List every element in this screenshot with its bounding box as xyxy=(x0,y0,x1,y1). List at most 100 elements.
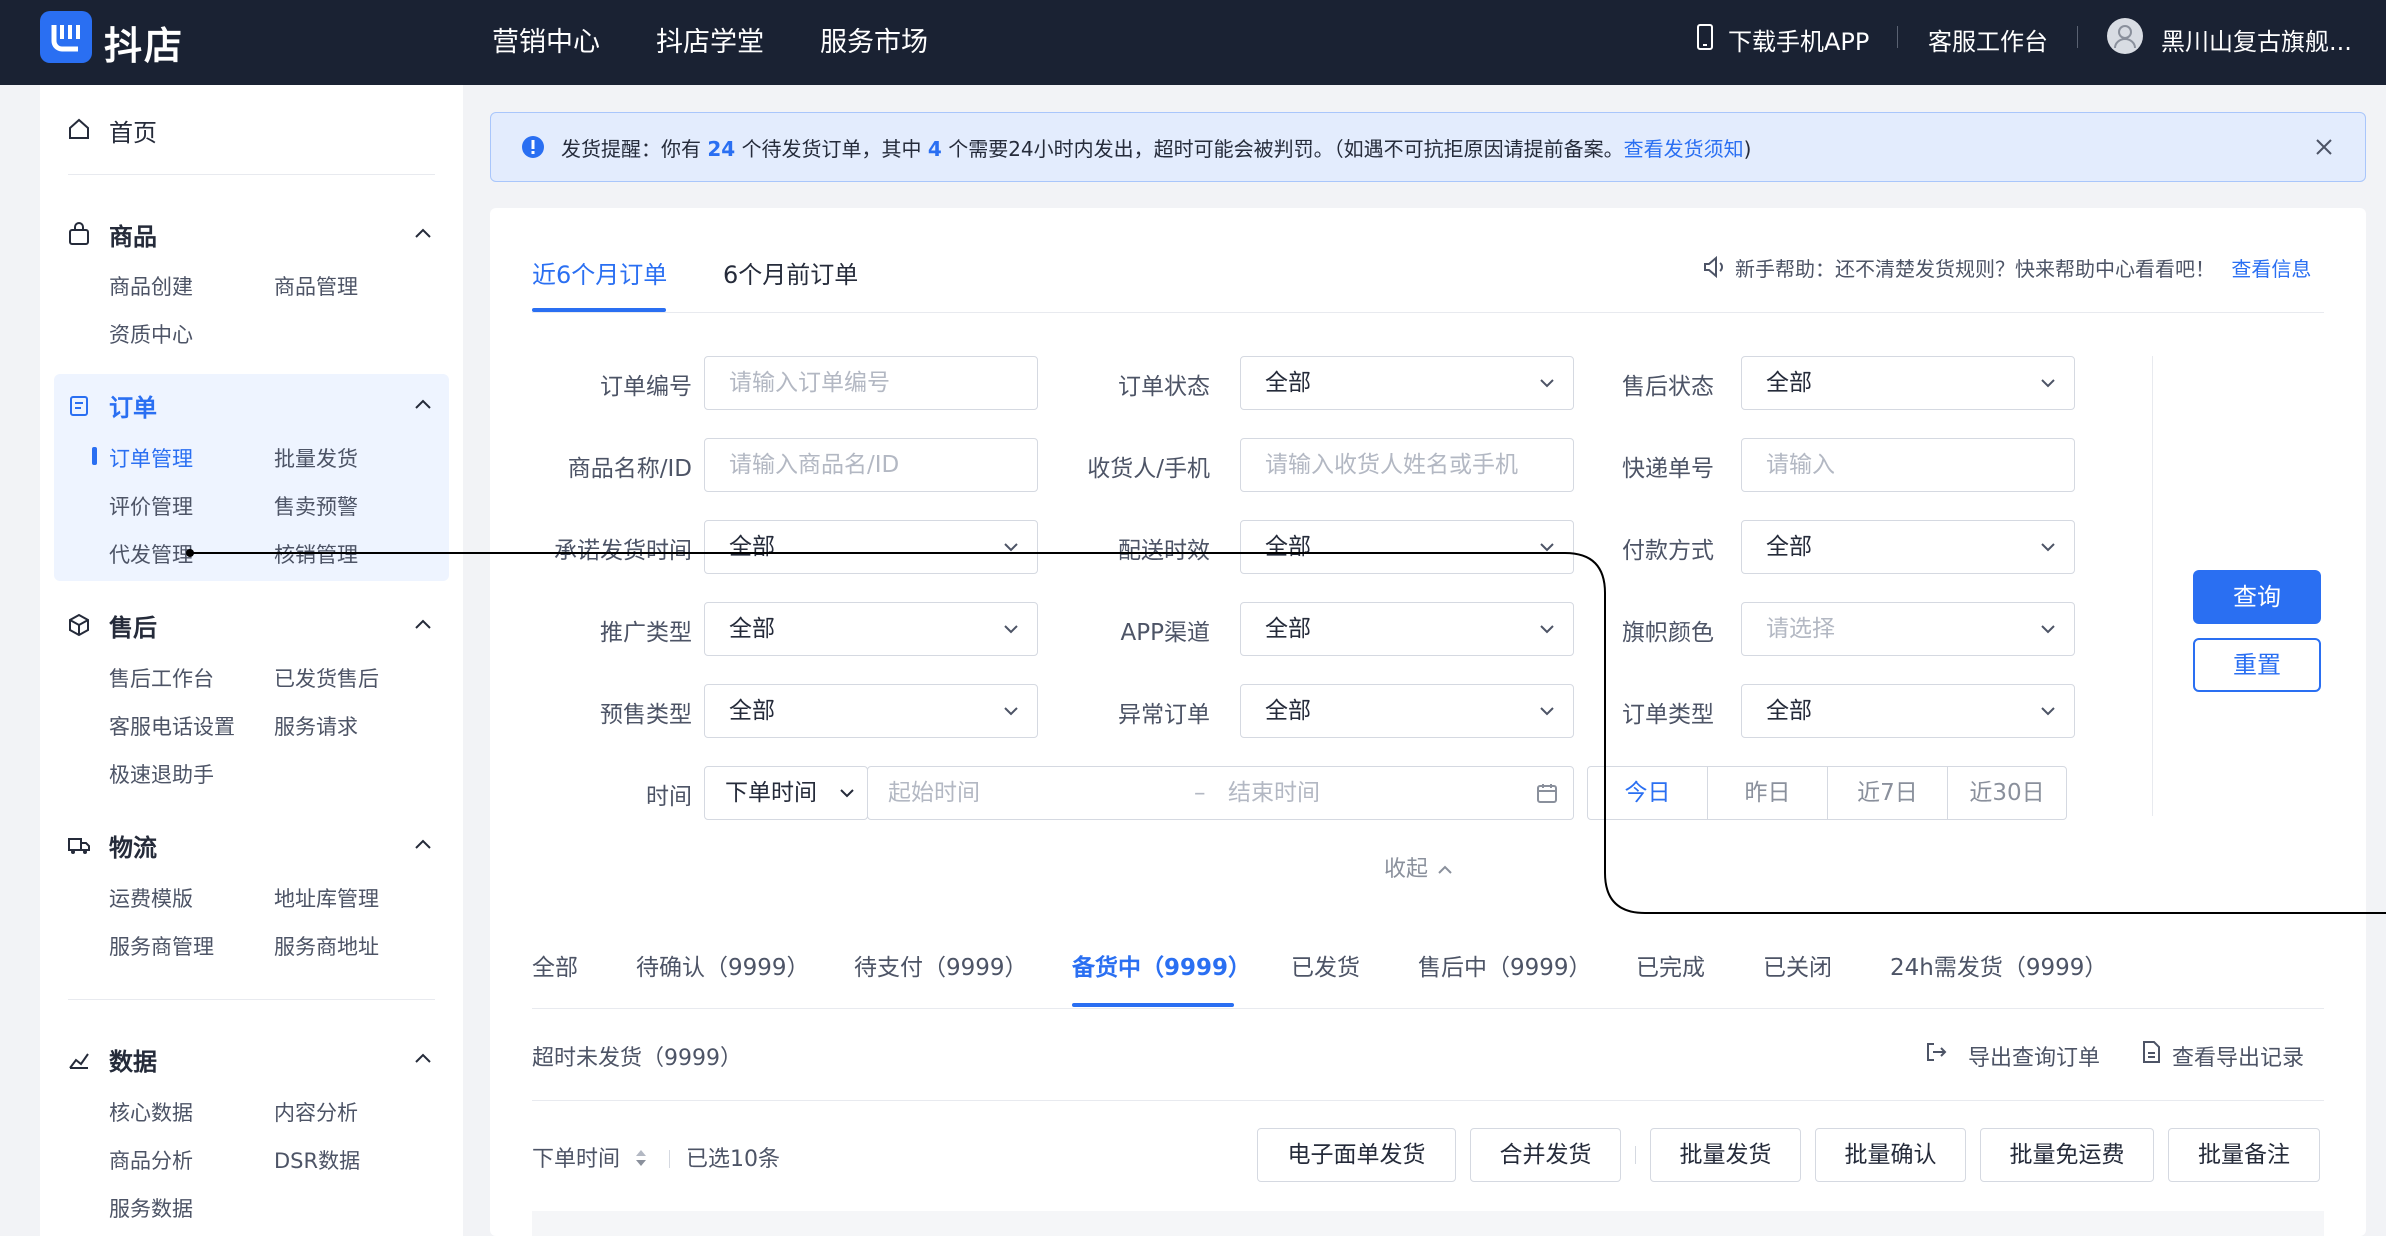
promo-select[interactable]: 全部 xyxy=(704,602,1038,656)
sidebar-group-logistics[interactable]: 物流 xyxy=(109,828,157,863)
product-input[interactable]: 请输入商品名/ID xyxy=(704,438,1038,492)
sidebar-item-product-manage[interactable]: 商品管理 xyxy=(274,271,358,301)
promise-time-select[interactable]: 全部 xyxy=(704,520,1038,574)
status-tab-closed[interactable]: 已关闭 xyxy=(1763,948,1832,982)
eface-ship-button[interactable]: 电子面单发货 xyxy=(1257,1128,1456,1182)
sidebar-item-aftersale-desk[interactable]: 售后工作台 xyxy=(109,663,214,693)
view-info-link[interactable]: 查看信息 xyxy=(2231,257,2311,281)
quick-yesterday[interactable]: 昨日 xyxy=(1707,766,1828,820)
express-no-input[interactable]: 请输入 xyxy=(1741,438,2075,492)
batch-confirm-button[interactable]: 批量确认 xyxy=(1815,1128,1966,1182)
order-no-input[interactable]: 请输入订单编号 xyxy=(704,356,1038,410)
sidebar-group-data[interactable]: 数据 xyxy=(109,1042,157,1077)
shop-name[interactable]: 黑川山复古旗舰... xyxy=(2161,22,2352,57)
sidebar-item-dropship[interactable]: 代发管理 xyxy=(109,539,193,569)
delivery-select[interactable]: 全部 xyxy=(1240,520,1574,574)
payment-select[interactable]: 全部 xyxy=(1741,520,2075,574)
nav-service-market[interactable]: 服务市场 xyxy=(820,20,928,59)
order-panel: 近6个月订单 6个月前订单 新手帮助：还不清楚发货规则？快来帮助中心看看吧！ 查… xyxy=(490,208,2366,1236)
avatar[interactable] xyxy=(2107,18,2143,54)
batch-free-shipping-button[interactable]: 批量免运费 xyxy=(1980,1128,2154,1182)
overdue-filter[interactable]: 超时未发货（9999） xyxy=(532,1040,742,1072)
express-no-label: 快递单号 xyxy=(1622,456,1714,482)
presale-select[interactable]: 全部 xyxy=(704,684,1038,738)
chevron-up-icon[interactable] xyxy=(410,392,436,418)
flag-color-select[interactable]: 请选择 xyxy=(1741,602,2075,656)
chevron-up-icon[interactable] xyxy=(410,612,436,638)
status-tab-aftersale[interactable]: 售后中（9999） xyxy=(1418,948,1592,982)
sidebar-item-provider-address[interactable]: 服务商地址 xyxy=(274,931,379,961)
batch-ship-button[interactable]: 批量发货 xyxy=(1650,1128,1801,1182)
sidebar-item-product-create[interactable]: 商品创建 xyxy=(109,271,193,301)
aftersale-status-select[interactable]: 全部 xyxy=(1741,356,2075,410)
close-icon[interactable] xyxy=(2313,136,2335,158)
sidebar-item-freight-template[interactable]: 运费模版 xyxy=(109,883,193,913)
export-orders-link[interactable]: 导出查询订单 xyxy=(1968,1040,2100,1072)
clipboard-icon xyxy=(66,392,92,418)
quick-7days[interactable]: 近7日 xyxy=(1827,766,1948,820)
app-channel-select[interactable]: 全部 xyxy=(1240,602,1574,656)
sidebar-item-order-manage[interactable]: 订单管理 xyxy=(109,443,193,473)
chevron-up-icon[interactable] xyxy=(410,832,436,858)
chevron-down-icon xyxy=(1001,701,1021,721)
brand-name[interactable]: 抖店 xyxy=(104,15,184,70)
export-records-link[interactable]: 查看导出记录 xyxy=(2172,1040,2304,1072)
sidebar-item-batch-ship[interactable]: 批量发货 xyxy=(274,443,358,473)
status-tab-preparing[interactable]: 备货中（9999） xyxy=(1072,948,1251,982)
end-time-input[interactable]: 结束时间 xyxy=(1228,767,1320,819)
sidebar-item-qualification[interactable]: 资质中心 xyxy=(109,319,193,349)
sidebar-item-service-data[interactable]: 服务数据 xyxy=(109,1193,193,1223)
status-tab-to-pay[interactable]: 待支付（9999） xyxy=(854,948,1028,982)
chevron-up-icon[interactable] xyxy=(410,221,436,247)
sidebar-item-product-analysis[interactable]: 商品分析 xyxy=(109,1145,193,1175)
start-time-input[interactable]: 起始时间 xyxy=(888,780,980,806)
order-status-select[interactable]: 全部 xyxy=(1240,356,1574,410)
collapse-button[interactable]: 收起 xyxy=(1384,851,1455,883)
payment-value: 全部 xyxy=(1766,534,1812,560)
tab-recent-orders[interactable]: 近6个月订单 xyxy=(532,255,667,290)
sort-order-time[interactable]: 下单时间 xyxy=(532,1141,620,1173)
sidebar-group-aftersale[interactable]: 售后 xyxy=(109,608,157,643)
sidebar-item-service-request[interactable]: 服务请求 xyxy=(274,711,358,741)
status-tab-completed[interactable]: 已完成 xyxy=(1636,948,1705,982)
tab-older-orders[interactable]: 6个月前订单 xyxy=(723,255,858,290)
status-tab-24h[interactable]: 24h需发货（9999） xyxy=(1890,948,2107,982)
quick-today[interactable]: 今日 xyxy=(1587,766,1708,820)
nav-academy[interactable]: 抖店学堂 xyxy=(656,20,764,59)
nav-marketing[interactable]: 营销中心 xyxy=(492,20,600,59)
sidebar-item-address-lib[interactable]: 地址库管理 xyxy=(274,883,379,913)
date-range-picker[interactable]: 起始时间 – 结束时间 xyxy=(867,766,1574,820)
sort-icon[interactable] xyxy=(632,1146,650,1170)
sidebar-item-provider-manage[interactable]: 服务商管理 xyxy=(109,931,214,961)
abnormal-select[interactable]: 全部 xyxy=(1240,684,1574,738)
merge-ship-button[interactable]: 合并发货 xyxy=(1470,1128,1621,1182)
service-desk-link[interactable]: 客服工作台 xyxy=(1928,22,2048,57)
logo-icon[interactable] xyxy=(40,11,92,63)
sidebar-item-home[interactable]: 首页 xyxy=(109,113,157,148)
order-type-select[interactable]: 全部 xyxy=(1741,684,2075,738)
sidebar-item-shipped-aftersale[interactable]: 已发货售后 xyxy=(274,663,379,693)
status-tab-all[interactable]: 全部 xyxy=(532,948,578,982)
sidebar-item-sales-alert[interactable]: 售卖预警 xyxy=(274,491,358,521)
reset-button[interactable]: 重置 xyxy=(2193,638,2321,692)
sidebar-group-order[interactable]: 订单 xyxy=(109,388,157,423)
sidebar-item-dsr-data[interactable]: DSR数据 xyxy=(274,1145,360,1175)
status-tab-to-confirm[interactable]: 待确认（9999） xyxy=(636,948,810,982)
calendar-icon[interactable] xyxy=(1535,781,1559,805)
sidebar-item-verify[interactable]: 核销管理 xyxy=(274,539,358,569)
status-tab-shipped[interactable]: 已发货 xyxy=(1291,948,1360,982)
sidebar-item-core-data[interactable]: 核心数据 xyxy=(109,1097,193,1127)
query-button[interactable]: 查询 xyxy=(2193,570,2321,624)
download-app-link[interactable]: 下载手机APP xyxy=(1728,22,1869,57)
sidebar-item-review[interactable]: 评价管理 xyxy=(109,491,193,521)
chevron-up-icon[interactable] xyxy=(410,1046,436,1072)
receiver-input[interactable]: 请输入收货人姓名或手机 xyxy=(1240,438,1574,492)
sidebar-group-product[interactable]: 商品 xyxy=(109,217,157,252)
sidebar-item-phone-settings[interactable]: 客服电话设置 xyxy=(109,711,235,741)
quick-30days[interactable]: 近30日 xyxy=(1947,766,2067,820)
batch-remark-button[interactable]: 批量备注 xyxy=(2168,1128,2320,1182)
time-type-select[interactable]: 下单时间 xyxy=(704,766,868,820)
sidebar-item-fast-refund[interactable]: 极速退助手 xyxy=(109,759,214,789)
sidebar-item-content-analysis[interactable]: 内容分析 xyxy=(274,1097,358,1127)
shipping-rules-link[interactable]: 查看发货须知 xyxy=(1624,137,1744,161)
